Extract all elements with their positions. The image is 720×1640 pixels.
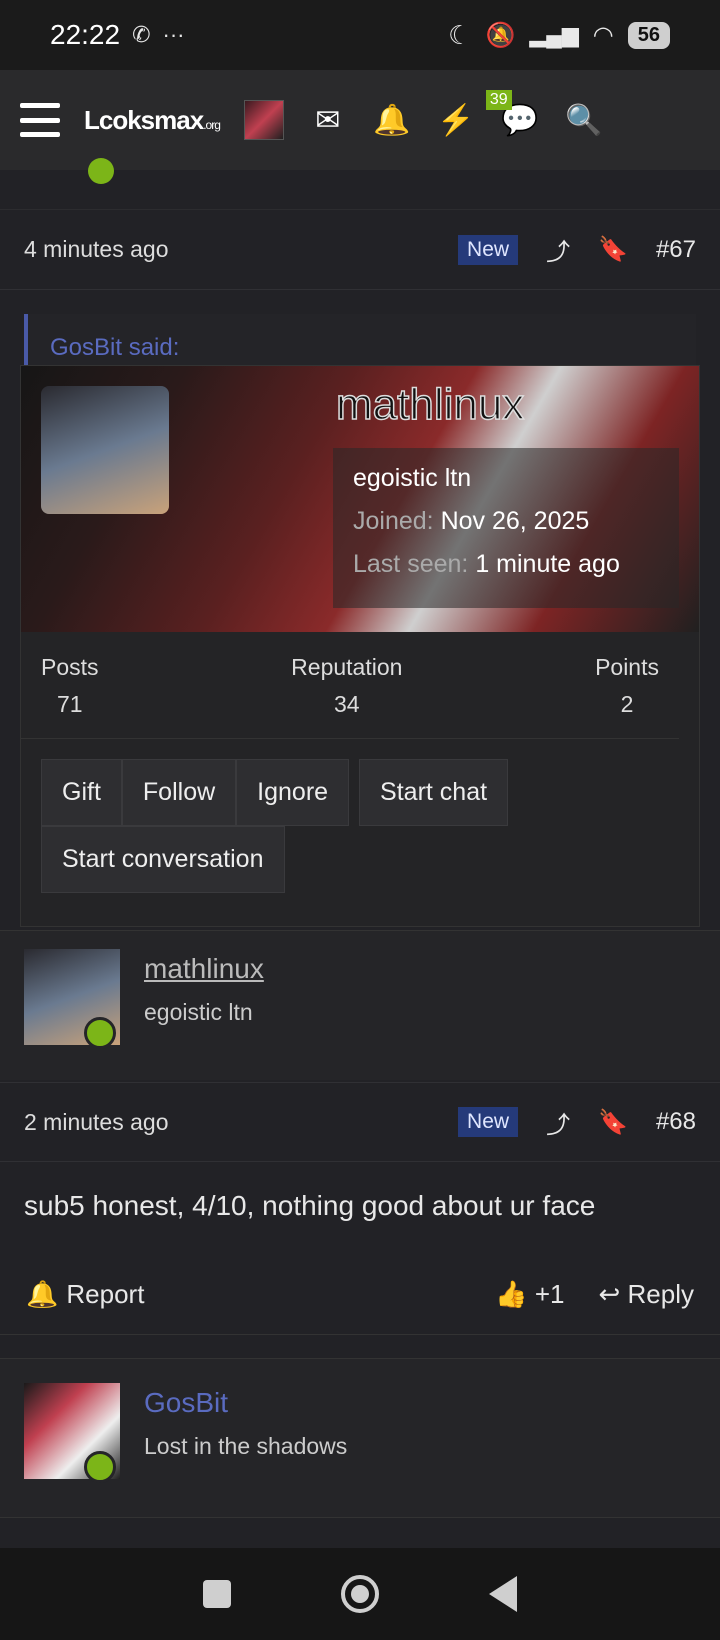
post-68-author: mathlinux egoistic ltn (0, 930, 720, 1080)
new-badge: New (458, 234, 519, 265)
status-bar: 22:22 ✆ ··· ☾ 🔕 ▂▄▆ ◠ 56 (0, 0, 720, 70)
profile-actions: Gift Follow Ignore Start chat Start conv… (21, 739, 699, 893)
start-chat-button[interactable]: Start chat (359, 759, 509, 826)
android-nav-bar (0, 1548, 720, 1640)
moon-icon: ☾ (448, 19, 472, 50)
post-number[interactable]: #68 (656, 1108, 696, 1136)
author-username[interactable]: mathlinux (144, 953, 264, 985)
wifi-icon: ◠ (592, 21, 614, 49)
previous-post-edge (0, 158, 720, 210)
author-title: Lost in the shadows (144, 1433, 348, 1459)
profile-title: egoistic ltn (353, 464, 472, 492)
post-time[interactable]: 2 minutes ago (24, 1109, 168, 1136)
bell-icon: 🔔 (26, 1279, 59, 1309)
bell-icon[interactable]: 🔔 (372, 100, 412, 140)
post-69-author: GosBit Lost in the shadows (0, 1358, 720, 1518)
online-indicator (84, 1451, 116, 1483)
stat-reputation: Reputation 34 (291, 654, 403, 717)
top-navbar: Lcoksmax.org ✉ 🔔 ⚡ 39 💬 🔍 (0, 70, 720, 170)
envelope-icon[interactable]: ✉ (308, 100, 348, 140)
profile-info: egoistic ltn Joined: Nov 26, 2025 Last s… (333, 448, 679, 608)
notification-badge: 39 (485, 90, 512, 110)
post-time[interactable]: 4 minutes ago (24, 236, 168, 263)
ignore-button[interactable]: Ignore (236, 759, 350, 826)
start-conversation-button[interactable]: Start conversation (41, 826, 285, 893)
gift-button[interactable]: Gift (41, 759, 122, 826)
signal-icon: ▂▄▆ (529, 22, 579, 47)
like-button[interactable]: 👍 +1 (495, 1279, 564, 1310)
mute-icon: 🔕 (485, 21, 516, 49)
post-meta-68: 2 minutes ago New ⤴ 🔖 #68 (0, 1082, 720, 1162)
chat-icon[interactable]: 39 💬 (485, 90, 540, 140)
thumbs-up-icon: 👍 (495, 1279, 528, 1309)
member-tooltip-card: mathlinux egoistic ltn Joined: Nov 26, 2… (20, 365, 700, 927)
back-button[interactable] (489, 1576, 517, 1612)
reply-icon: ↩ (598, 1279, 621, 1309)
author-title: egoistic ltn (144, 999, 253, 1025)
report-button[interactable]: 🔔 Report (26, 1279, 144, 1310)
more-dots-icon: ··· (162, 22, 185, 47)
post-meta-67: 4 minutes ago New ⤴ 🔖 #67 (0, 210, 720, 290)
profile-avatar[interactable] (41, 386, 169, 514)
share-icon[interactable]: ⤴ (546, 232, 570, 267)
quote-author[interactable]: GosBit said: (50, 334, 179, 361)
thread-content: 4 minutes ago New ⤴ 🔖 #67 GosBit said: (0, 158, 720, 374)
reply-button[interactable]: ↩ Reply (598, 1279, 694, 1310)
author-username[interactable]: GosBit (144, 1387, 228, 1419)
post-footer: 🔔 Report 👍 +1 ↩ Reply (0, 1255, 720, 1335)
joined-line: Joined: Nov 26, 2025 (353, 507, 590, 535)
user-avatar[interactable] (243, 100, 284, 140)
home-button[interactable] (341, 1575, 379, 1613)
bolt-icon[interactable]: ⚡ (436, 100, 476, 140)
profile-banner: mathlinux egoistic ltn Joined: Nov 26, 2… (21, 366, 699, 632)
bookmark-icon[interactable]: 🔖 (598, 1108, 628, 1137)
battery-indicator: 56 (627, 21, 670, 49)
post-number[interactable]: #67 (656, 236, 696, 264)
site-logo[interactable]: Lcoksmax.org (84, 105, 221, 136)
new-badge: New (458, 1107, 519, 1137)
bookmark-icon[interactable]: 🔖 (598, 235, 628, 264)
post-body: sub5 honest, 4/10, nothing good about ur… (24, 1190, 596, 1221)
whatsapp-icon: ✆ (132, 22, 151, 47)
share-icon[interactable]: ⤴ (546, 1105, 570, 1140)
stat-posts[interactable]: Posts 71 (41, 654, 99, 718)
menu-icon[interactable] (20, 103, 60, 137)
profile-username[interactable]: mathlinux (335, 379, 525, 430)
profile-stats: Posts 71 Reputation 34 Points 2 (21, 632, 679, 739)
search-icon[interactable]: 🔍 (564, 100, 604, 140)
status-time: 22:22 (50, 19, 121, 50)
recents-button[interactable] (203, 1580, 231, 1608)
online-indicator (88, 158, 114, 184)
follow-button[interactable]: Follow (121, 759, 237, 826)
online-indicator (84, 1017, 116, 1049)
stat-points[interactable]: Points 2 (595, 654, 659, 718)
last-seen-line: Last seen: 1 minute ago (353, 550, 620, 578)
